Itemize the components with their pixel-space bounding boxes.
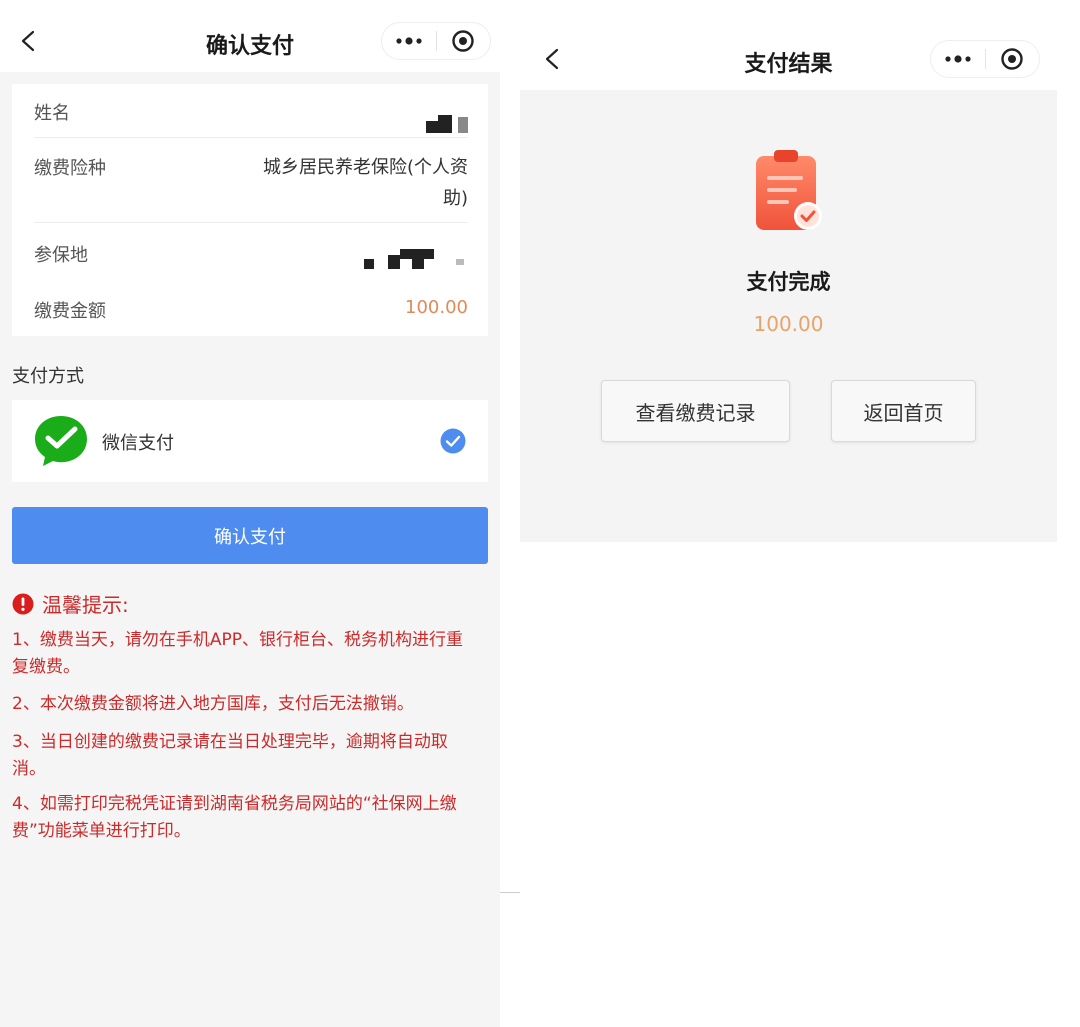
more-icon[interactable] — [931, 40, 985, 78]
payment-method-title: 支付方式 — [12, 366, 84, 387]
wechat-pay-label: 微信支付 — [102, 433, 174, 454]
redacted-mask — [438, 115, 452, 133]
result-amount: 100.00 — [753, 312, 824, 336]
tip-line: 1、缴费当天，请勿在手机APP、银行柜台、税务机构进行重 — [12, 630, 463, 650]
redacted-mask — [458, 117, 468, 133]
view-records-button[interactable]: 查看缴费记录 — [601, 380, 790, 442]
payment-info-card: 姓名 缴费险种 城乡居民养老保险(个人资 助) 参保地 缴费金额 100.00 — [12, 84, 488, 336]
row-divider — [34, 222, 468, 223]
result-status-title: 支付完成 — [746, 270, 831, 294]
more-icon[interactable] — [382, 22, 436, 60]
insurance-type-value-line1: 城乡居民养老保险(个人资 — [262, 157, 468, 178]
wechat-pay-option[interactable]: 微信支付 — [12, 400, 488, 482]
name-row: 姓名 — [34, 99, 468, 133]
insurance-type-label: 缴费险种 — [34, 158, 106, 179]
tip-line: 费”功能菜单进行打印。 — [12, 821, 191, 841]
tips-title: 温馨提示: — [42, 593, 129, 617]
wechat-pay-icon — [35, 416, 87, 466]
amount-row: 缴费金额 100.00 — [34, 297, 468, 327]
insured-place-label: 参保地 — [34, 245, 88, 266]
tip-line: 消。 — [12, 759, 46, 779]
insurance-type-value: 城乡居民养老保险(个人资 助) — [263, 152, 468, 214]
amount-label: 缴费金额 — [34, 301, 106, 322]
tip-item: 2、本次缴费金额将进入地方国库，支付后无法撤销。 — [12, 691, 486, 718]
confirm-pay-button[interactable]: 确认支付 — [12, 507, 488, 564]
redacted-mask — [388, 255, 400, 269]
insurance-type-row: 缴费险种 城乡居民养老保险(个人资 助) — [34, 154, 468, 218]
tips-header: 温馨提示: — [12, 589, 129, 618]
amount-value: 100.00 — [405, 297, 468, 318]
name-label: 姓名 — [34, 103, 70, 124]
check-circle-icon[interactable] — [440, 428, 466, 454]
redacted-mask — [426, 121, 438, 133]
redacted-mask — [456, 259, 464, 265]
tip-line: 2、本次缴费金额将进入地方国库，支付后无法撤销。 — [12, 694, 414, 714]
result-panel: 支付完成 100.00 查看缴费记录 返回首页 — [520, 90, 1057, 542]
tip-item: 3、当日创建的缴费记录请在当日处理完毕，逾期将自动取 消。 — [12, 729, 486, 783]
target-icon[interactable] — [986, 40, 1039, 78]
menu-capsule — [381, 22, 491, 60]
insured-place-row: 参保地 — [34, 241, 468, 271]
tip-line: 4、如需打印完税凭证请到湖南省税务局网站的“社保网上缴 — [12, 794, 457, 814]
home-button[interactable]: 返回首页 — [831, 380, 976, 442]
tip-line: 3、当日创建的缴费记录请在当日处理完毕，逾期将自动取 — [12, 732, 448, 752]
redacted-mask — [364, 259, 374, 269]
alert-icon — [12, 593, 34, 614]
menu-capsule — [930, 40, 1040, 78]
frame-edge — [500, 892, 521, 893]
tip-item: 4、如需打印完税凭证请到湖南省税务局网站的“社保网上缴 费”功能菜单进行打印。 — [12, 791, 486, 845]
clipboard-check-icon — [756, 150, 822, 230]
insurance-type-value-line2: 助) — [442, 188, 468, 209]
redacted-mask — [400, 249, 434, 259]
target-icon[interactable] — [437, 22, 490, 60]
payment-result-screen: 支付结果 支付完成 100.00 查看缴费记录 返回首页 — [520, 0, 1080, 1027]
tip-line: 复缴费。 — [12, 657, 80, 677]
redacted-mask — [412, 259, 424, 269]
nav-bar: 确认支付 — [0, 0, 500, 72]
confirm-payment-screen: 确认支付 姓名 缴费险种 城乡居民养老保险(个人资 助) 参保地 缴费金额 10… — [0, 0, 500, 1027]
tip-item: 1、缴费当天，请勿在手机APP、银行柜台、税务机构进行重 复缴费。 — [12, 627, 486, 681]
row-divider — [34, 137, 468, 138]
